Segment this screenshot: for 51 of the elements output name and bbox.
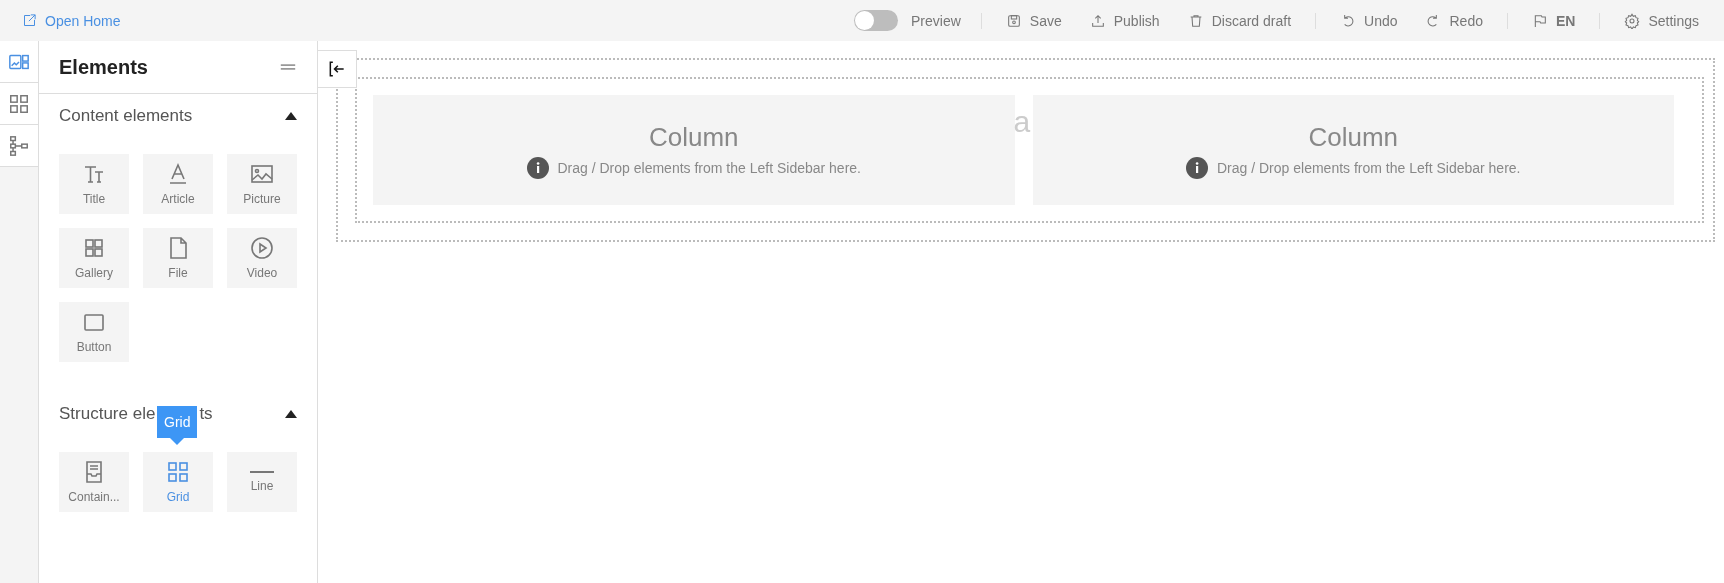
column-title: Column: [648, 121, 739, 153]
element-tile[interactable]: Button: [59, 302, 129, 362]
redo-button[interactable]: Redo: [1425, 12, 1483, 29]
element-tile[interactable]: Contain...: [59, 452, 129, 512]
element-tile[interactable]: Gallery: [59, 228, 129, 288]
gear-button[interactable]: Settings: [1624, 12, 1699, 29]
play-icon: [250, 236, 274, 260]
element-tile[interactable]: Article: [143, 154, 213, 214]
publish-button[interactable]: Publish: [1089, 12, 1160, 29]
settings-icon: [1624, 12, 1641, 29]
dropzone-hint: Drag / Drop elements from the Left Sidebar here.: [1217, 159, 1521, 176]
column-title: Column: [1308, 121, 1399, 153]
panel-title: Elements: [59, 55, 148, 79]
open-home-link[interactable]: Open Home: [22, 12, 121, 29]
element-tile[interactable]: Grid: [143, 452, 213, 512]
section-heading: ts: [199, 404, 213, 424]
sidebar-tab[interactable]: [0, 41, 38, 83]
line-icon: [250, 471, 274, 473]
info-icon: [526, 156, 549, 179]
sidebar-tab[interactable]: [0, 125, 38, 167]
save-icon: [1005, 12, 1022, 29]
info-icon: [1186, 156, 1208, 179]
grid-icon: [82, 236, 106, 260]
element-tile[interactable]: Video: [227, 228, 297, 288]
grid-icon: [8, 92, 30, 115]
undo-button[interactable]: Undo: [1340, 12, 1398, 29]
preview-toggle[interactable]: [854, 10, 898, 31]
external-link-icon: [22, 13, 37, 28]
collapse-sidebar-button[interactable]: [318, 50, 357, 88]
sidebar-tab[interactable]: [0, 83, 38, 125]
section-heading: Content elements: [59, 106, 193, 126]
grid-icon: [166, 460, 190, 484]
element-tile[interactable]: Line: [227, 452, 297, 512]
upload-icon: [1089, 12, 1106, 29]
collapse-caret-icon[interactable]: [285, 410, 297, 418]
element-tile[interactable]: File: [143, 228, 213, 288]
trash-button[interactable]: Discard draft: [1187, 12, 1291, 29]
section-heading: Structure ele: [59, 404, 156, 424]
collapse-caret-icon[interactable]: [285, 112, 297, 120]
save-button[interactable]: Save: [1005, 12, 1062, 29]
element-tile[interactable]: Picture: [227, 154, 297, 214]
dropzone-hint: Drag / Drop elements from the Left Sidebar here.: [557, 159, 861, 176]
language-button[interactable]: EN: [1531, 12, 1576, 29]
preview-label: Preview: [911, 12, 961, 29]
column-dropzone[interactable]: Column Drag / Drop elements from the Left Sidebar here.: [1032, 95, 1674, 205]
column-dropzone[interactable]: Column Drag / Drop elements from the Left Sidebar here.: [373, 95, 1015, 205]
image-icon: [250, 162, 274, 186]
arrow-left-icon: [327, 59, 347, 79]
tooltip: Grid: [157, 406, 198, 445]
element-tile[interactable]: Title: [59, 154, 129, 214]
tree-icon: [8, 134, 30, 157]
